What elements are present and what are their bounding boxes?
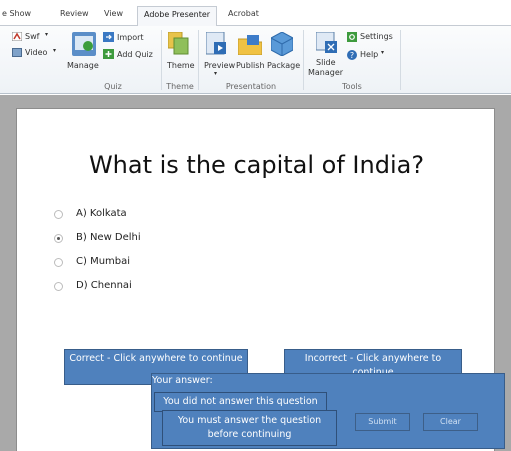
manage-button[interactable]: Manage bbox=[67, 61, 99, 70]
video-icon bbox=[12, 48, 22, 57]
publish-icon bbox=[238, 35, 262, 55]
swf-icon bbox=[12, 32, 22, 41]
group-label-theme: Theme bbox=[166, 82, 194, 91]
help-button[interactable]: Help bbox=[360, 50, 378, 59]
radio-button[interactable] bbox=[54, 282, 63, 291]
theme-icon bbox=[168, 32, 189, 55]
answer-label: C) Mumbai bbox=[76, 256, 131, 267]
group-separator bbox=[198, 30, 199, 90]
radio-button[interactable] bbox=[54, 258, 63, 267]
slide-manager-label-2[interactable]: Manager bbox=[308, 68, 343, 77]
package-button[interactable]: Package bbox=[267, 61, 300, 70]
manage-icon bbox=[72, 32, 96, 56]
must-answer-message: You must answer the question before cont… bbox=[162, 410, 337, 446]
group-separator bbox=[303, 30, 304, 90]
ribbon-tab-bar: e Show Review View Adobe Presenter Acrob… bbox=[0, 0, 511, 27]
preview-dropdown-icon[interactable]: ▾ bbox=[214, 70, 217, 77]
radio-button-selected[interactable] bbox=[54, 234, 63, 243]
group-label-quiz: Quiz bbox=[104, 82, 122, 91]
question-title: What is the capital of India? bbox=[88, 151, 425, 179]
video-dropdown-icon[interactable]: ▾ bbox=[53, 47, 56, 54]
submit-button[interactable]: Submit bbox=[355, 413, 410, 431]
swf-button[interactable]: Swf bbox=[25, 32, 39, 41]
package-icon bbox=[271, 32, 293, 56]
slide-manager-icon bbox=[316, 32, 337, 53]
tab-slide-show[interactable]: e Show bbox=[2, 9, 31, 18]
radio-button[interactable] bbox=[54, 210, 63, 219]
help-icon: ? bbox=[347, 50, 357, 60]
import-icon bbox=[103, 32, 114, 42]
video-button[interactable]: Video bbox=[25, 48, 47, 57]
preview-icon bbox=[206, 32, 226, 55]
swf-dropdown-icon[interactable]: ▾ bbox=[45, 31, 48, 38]
settings-button[interactable]: Settings bbox=[360, 32, 393, 41]
slide-manager-label[interactable]: Slide bbox=[316, 58, 336, 67]
not-answered-message: You did not answer this question bbox=[154, 392, 327, 412]
answer-label: D) Chennai bbox=[76, 280, 132, 291]
tab-acrobat[interactable]: Acrobat bbox=[228, 9, 259, 18]
group-separator bbox=[400, 30, 401, 90]
tab-view[interactable]: View bbox=[104, 9, 123, 18]
your-answer-label: Your answer: bbox=[152, 375, 213, 386]
tab-adobe-presenter[interactable]: Adobe Presenter bbox=[137, 6, 218, 27]
preview-button[interactable]: Preview bbox=[204, 61, 235, 70]
settings-icon bbox=[347, 32, 357, 42]
add-quiz-button[interactable]: Add Quiz bbox=[117, 50, 153, 59]
add-quiz-icon bbox=[103, 49, 114, 59]
publish-button[interactable]: Publish bbox=[236, 61, 265, 70]
ribbon: Swf ▾ Video ▾ Manage Import Add Quiz Qui… bbox=[0, 26, 511, 94]
svg-text:?: ? bbox=[350, 51, 354, 60]
import-button[interactable]: Import bbox=[117, 33, 144, 42]
group-separator bbox=[161, 30, 162, 90]
theme-button[interactable]: Theme bbox=[167, 61, 195, 70]
help-dropdown-icon[interactable]: ▾ bbox=[381, 49, 384, 56]
group-label-tools: Tools bbox=[342, 82, 362, 91]
tab-review[interactable]: Review bbox=[60, 9, 89, 18]
incorrect-feedback-caption[interactable]: Incorrect - Click anywhere to continue bbox=[284, 349, 462, 376]
clear-button[interactable]: Clear bbox=[423, 413, 478, 431]
answer-label: A) Kolkata bbox=[76, 208, 127, 219]
answer-label: B) New Delhi bbox=[76, 232, 141, 243]
group-label-presentation: Presentation bbox=[225, 82, 277, 91]
